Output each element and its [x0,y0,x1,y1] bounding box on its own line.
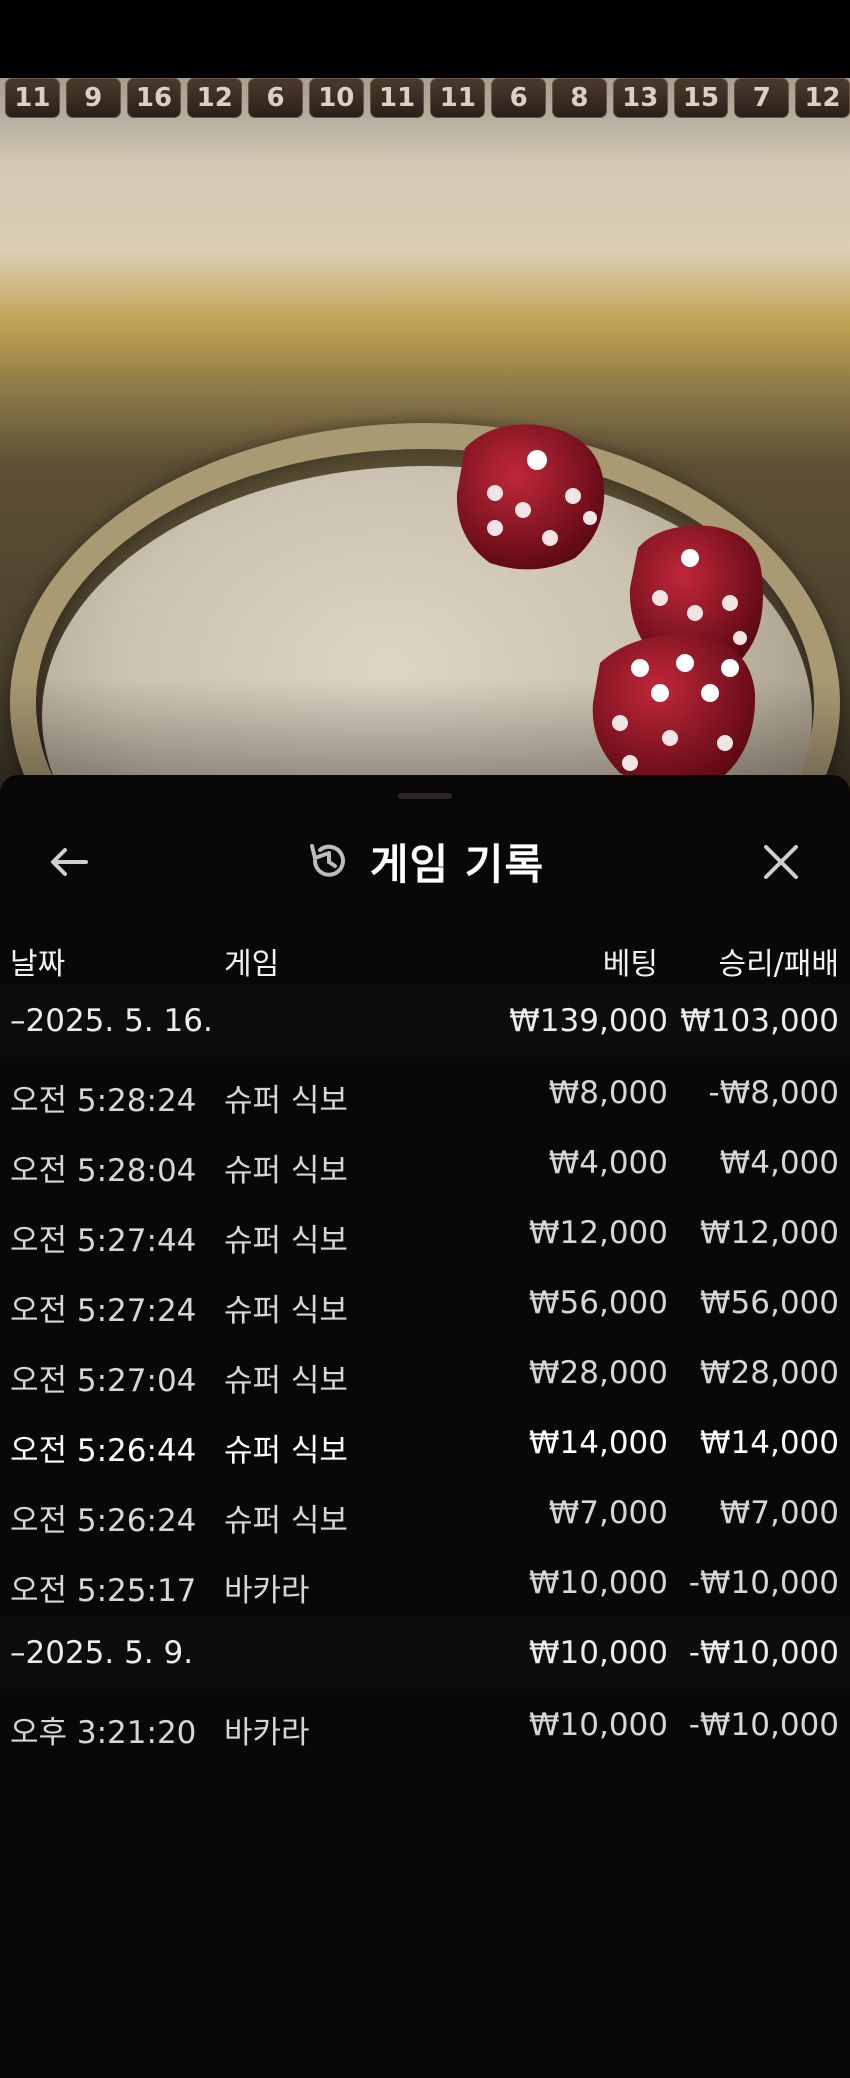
game-history-panel: 게임 기록 날짜 게임 베팅 승리/패배 –2025. 5. 16. ₩139,… [0,775,850,2078]
group-date: –2025. 5. 9. [10,1635,194,1671]
date-group-row[interactable]: –2025. 5. 9. ₩10,000 -₩10,000 [0,1617,850,1689]
table-row[interactable]: 오전 5:28:04 슈퍼 식보 ₩4,000 ₩4,000 [0,1127,850,1197]
die-3 [592,634,756,789]
row-result: ₩7,000 [719,1495,839,1531]
date-group-row[interactable]: –2025. 5. 16. ₩139,000 ₩103,000 [0,985,850,1057]
row-bet: ₩7,000 [548,1495,668,1531]
column-game: 게임 [224,947,280,982]
row-time: 오전 5:27:24 [10,1293,197,1329]
row-time: 오전 5:27:44 [10,1223,197,1259]
row-time: 오전 5:25:17 [10,1573,197,1609]
arrow-left-icon [51,848,88,876]
row-game: 슈퍼 식보 [224,1503,348,1539]
result-chip: 16 [126,78,182,118]
row-game: 바카라 [224,1573,310,1609]
result-chip: 8 [552,78,607,118]
row-time: 오후 3:21:20 [10,1715,197,1751]
row-result: -₩8,000 [708,1075,839,1111]
row-time: 오전 5:27:04 [10,1363,197,1399]
row-result: ₩56,000 [699,1285,839,1321]
row-result: -₩10,000 [688,1565,839,1601]
row-result: ₩12,000 [699,1215,839,1251]
table-row[interactable]: 오전 5:27:24 슈퍼 식보 ₩56,000 ₩56,000 [0,1267,850,1337]
column-date: 날짜 [10,947,66,982]
table-row[interactable]: 오후 3:21:20 바카라 ₩10,000 -₩10,000 [0,1689,850,1759]
table-row[interactable]: 오전 5:28:24 슈퍼 식보 ₩8,000 -₩8,000 [0,1057,850,1127]
table-row[interactable]: 오전 5:26:44 슈퍼 식보 ₩14,000 ₩14,000 [0,1407,850,1477]
row-result: ₩14,000 [699,1425,839,1461]
row-time: 오전 5:26:24 [10,1503,197,1539]
row-bet: ₩8,000 [548,1075,668,1111]
row-game: 슈퍼 식보 [224,1083,348,1119]
die-1 [456,424,605,570]
column-bet: 베팅 [602,947,658,982]
page-title: 게임 기록 [369,839,545,889]
drag-handle[interactable] [398,793,452,799]
result-chip: 6 [248,78,303,118]
row-game: 슈퍼 식보 [224,1363,348,1399]
result-chip: 12 [795,78,850,118]
row-bet: ₩12,000 [528,1215,668,1251]
close-button[interactable] [754,837,808,887]
history-icon [309,844,345,877]
row-result: ₩4,000 [719,1145,839,1181]
row-bet: ₩10,000 [528,1707,668,1743]
row-game: 슈퍼 식보 [224,1433,348,1469]
result-chip: 11 [430,78,486,118]
status-area [0,0,850,78]
group-bet-total: ₩10,000 [528,1635,668,1671]
result-chip: 13 [612,78,668,118]
row-bet: ₩28,000 [528,1355,668,1391]
result-chip: 10 [308,78,364,118]
close-icon [764,845,798,879]
row-game: 슈퍼 식보 [224,1293,348,1329]
table-row[interactable]: 오전 5:27:04 슈퍼 식보 ₩28,000 ₩28,000 [0,1337,850,1407]
result-chip: 11 [369,78,425,118]
result-chip: 9 [65,78,121,118]
result-chip: 11 [5,78,60,118]
row-result: -₩10,000 [688,1707,839,1743]
recent-results-strip: 11 9 16 12 6 10 11 11 6 8 13 15 7 12 [0,78,850,120]
row-time: 오전 5:26:44 [10,1433,197,1469]
group-result-total: ₩103,000 [680,1003,839,1039]
result-chip: 15 [673,78,729,118]
row-game: 바카라 [224,1715,310,1751]
history-table: –2025. 5. 16. ₩139,000 ₩103,000 오전 5:28:… [0,985,850,1759]
result-chip: 7 [734,78,790,118]
row-bet: ₩10,000 [528,1565,668,1601]
live-video-feed [0,78,850,790]
result-chip: 12 [187,78,243,118]
group-bet-total: ₩139,000 [509,1003,668,1039]
table-row[interactable]: 오전 5:27:44 슈퍼 식보 ₩12,000 ₩12,000 [0,1197,850,1267]
back-button[interactable] [42,837,96,887]
row-game: 슈퍼 식보 [224,1223,348,1259]
result-chip: 6 [491,78,547,118]
row-time: 오전 5:28:04 [10,1153,197,1189]
row-time: 오전 5:28:24 [10,1083,197,1119]
row-result: ₩28,000 [699,1355,839,1391]
row-bet: ₩56,000 [528,1285,668,1321]
table-header: 날짜 게임 베팅 승리/패배 [0,933,850,983]
column-result: 승리/패배 [718,947,839,982]
panel-header: 게임 기록 [0,815,850,907]
row-bet: ₩4,000 [548,1145,668,1181]
row-game: 슈퍼 식보 [224,1153,348,1189]
group-date: –2025. 5. 16. [10,1003,213,1039]
table-row[interactable]: 오전 5:25:17 바카라 ₩10,000 -₩10,000 [0,1547,850,1617]
row-bet: ₩14,000 [528,1425,668,1461]
group-result-total: -₩10,000 [688,1635,839,1671]
table-row[interactable]: 오전 5:26:24 슈퍼 식보 ₩7,000 ₩7,000 [0,1477,850,1547]
